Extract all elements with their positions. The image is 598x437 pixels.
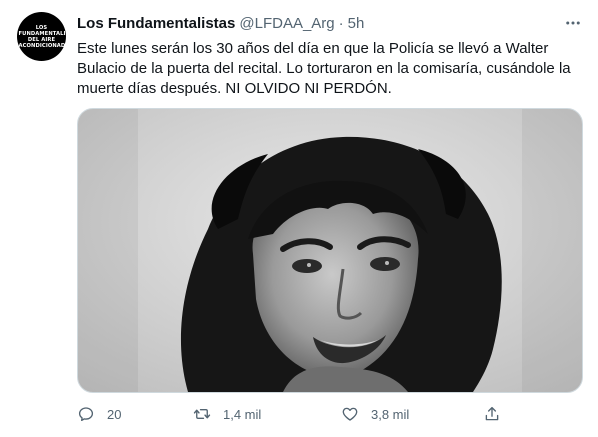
reply-count: 20 bbox=[107, 406, 122, 422]
like-button[interactable]: 3,8 mil bbox=[341, 402, 409, 426]
more-button[interactable] bbox=[562, 12, 584, 34]
portrait-photo bbox=[78, 109, 582, 392]
display-name[interactable]: Los Fundamentalistas bbox=[77, 15, 235, 32]
header-separator: · bbox=[338, 14, 344, 32]
tweet-text-line: muerte días después. NI OLVIDO NI PERDÓN… bbox=[77, 80, 392, 97]
avatar[interactable]: LOS FUNDAMENTALISTAS DEL AIRE ACONDICION… bbox=[17, 12, 81, 61]
user-handle[interactable]: @LFDAA_Arg bbox=[239, 15, 334, 32]
share-icon bbox=[485, 406, 499, 421]
retweet-icon bbox=[193, 408, 211, 420]
tweet-text-line: Este lunes serán los 30 años del día en … bbox=[77, 40, 549, 57]
like-count: 3,8 mil bbox=[371, 406, 410, 422]
avatar-line: FUNDAMENTALISTAS bbox=[18, 30, 81, 37]
avatar-line: ACONDICIONADO bbox=[18, 42, 70, 49]
tweet-text-line: Bulacio de la puerta del recital. Lo tor… bbox=[77, 60, 571, 77]
tweet-photo[interactable] bbox=[77, 108, 583, 393]
share-button[interactable] bbox=[483, 402, 513, 426]
tweet[interactable]: LOS FUNDAMENTALISTAS DEL AIRE ACONDICION… bbox=[0, 0, 598, 437]
avatar-logo-text: LOS FUNDAMENTALISTAS DEL AIRE ACONDICION… bbox=[18, 25, 81, 49]
tweet-text: Este lunes serán los 30 años del día en … bbox=[77, 39, 587, 99]
reply-icon bbox=[78, 407, 94, 422]
tweet-actions: 20 1,4 mil 3,8 mil bbox=[77, 402, 507, 426]
retweet-count: 1,4 mil bbox=[223, 406, 262, 422]
timestamp[interactable]: 5h bbox=[348, 15, 365, 32]
like-icon bbox=[342, 407, 358, 421]
more-icon bbox=[566, 21, 580, 25]
tweet-header: Los Fundamentalistas @LFDAA_Arg · 5h bbox=[77, 13, 364, 33]
reply-button[interactable]: 20 bbox=[77, 402, 121, 426]
retweet-button[interactable]: 1,4 mil bbox=[193, 402, 261, 426]
